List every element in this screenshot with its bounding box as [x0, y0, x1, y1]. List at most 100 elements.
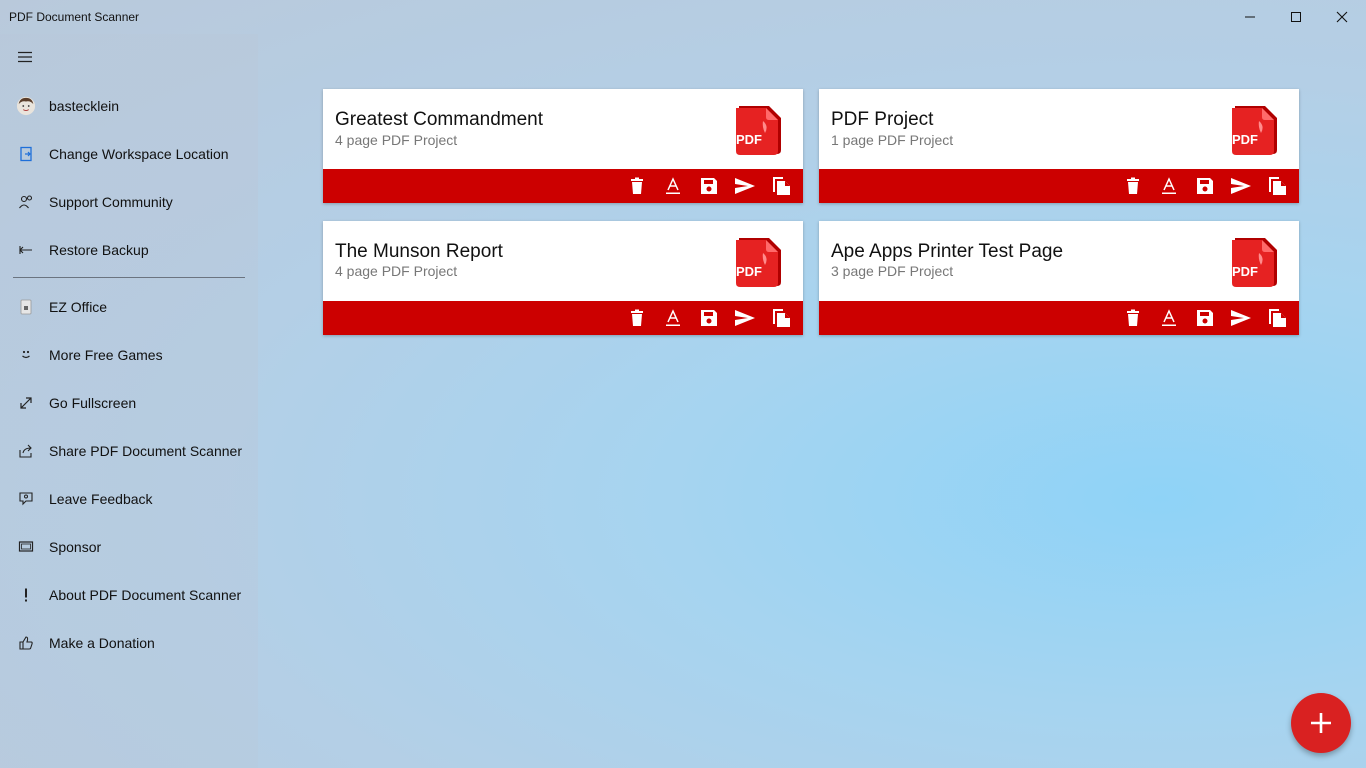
- sidebar-item-label: More Free Games: [49, 347, 163, 363]
- sidebar-item-go-fullscreen[interactable]: Go Fullscreen: [0, 381, 258, 425]
- title-bar: PDF Document Scanner: [0, 0, 1366, 34]
- sidebar-item-label: Go Fullscreen: [49, 395, 137, 411]
- rename-text-icon: [1162, 177, 1176, 194]
- project-card[interactable]: PDF Project 1 page PDF Project PDF: [819, 89, 1299, 203]
- info-icon: [16, 585, 36, 605]
- save-icon: [1197, 178, 1213, 194]
- maximize-icon: [1291, 12, 1301, 22]
- rename-button[interactable]: [1155, 173, 1183, 199]
- sidebar-item-label: EZ Office: [49, 299, 108, 315]
- save-icon: [701, 178, 717, 194]
- delete-button[interactable]: [623, 305, 651, 331]
- project-title[interactable]: The Munson Report: [335, 241, 503, 263]
- project-subtitle: 4 page PDF Project: [335, 263, 458, 279]
- smiley-icon: [16, 345, 36, 365]
- minimize-button[interactable]: [1227, 0, 1273, 34]
- sidebar-item-user[interactable]: bastecklein: [0, 84, 258, 128]
- sidebar-item-label: Sponsor: [49, 539, 102, 555]
- thumbs-up-icon: [16, 633, 36, 653]
- sidebar-item-label: Restore Backup: [49, 242, 149, 258]
- pdf-logo-icon: PDF: [736, 106, 781, 155]
- share-icon: [16, 441, 36, 461]
- duplicate-button[interactable]: [1263, 305, 1291, 331]
- app-title: PDF Document Scanner: [9, 10, 140, 24]
- delete-button[interactable]: [1119, 305, 1147, 331]
- save-button[interactable]: [695, 305, 723, 331]
- sidebar-item-label: bastecklein: [49, 98, 120, 114]
- delete-button[interactable]: [1119, 173, 1147, 199]
- sidebar-item-leave-feedback[interactable]: Leave Feedback: [0, 477, 258, 521]
- sidebar-item-share[interactable]: Share PDF Document Scanner: [0, 429, 258, 473]
- send-icon: [1231, 178, 1251, 194]
- sidebar-item-label: Support Community: [49, 194, 173, 210]
- send-icon: [735, 310, 755, 326]
- project-title[interactable]: PDF Project: [831, 109, 933, 131]
- duplicate-button[interactable]: [767, 173, 795, 199]
- sidebar-item-change-workspace[interactable]: Change Workspace Location: [0, 132, 258, 176]
- copy-icon: [1269, 177, 1286, 195]
- project-subtitle: 1 page PDF Project: [831, 132, 954, 148]
- hamburger-menu-button[interactable]: [13, 47, 37, 67]
- save-button[interactable]: [1191, 173, 1219, 199]
- sidebar-item-make-donation[interactable]: Make a Donation: [0, 621, 258, 665]
- project-subtitle: 3 page PDF Project: [831, 263, 954, 279]
- sponsor-icon: [16, 537, 36, 557]
- sidebar-item-sponsor[interactable]: Sponsor: [0, 525, 258, 569]
- sidebar-item-label: Make a Donation: [49, 635, 155, 651]
- copy-icon: [773, 309, 790, 327]
- card-action-bar: [323, 169, 803, 203]
- save-button[interactable]: [695, 173, 723, 199]
- rename-button[interactable]: [659, 305, 687, 331]
- community-icon: [16, 192, 36, 212]
- rename-text-icon: [1162, 309, 1176, 326]
- minimize-icon: [1245, 16, 1255, 18]
- sidebar-item-ez-office[interactable]: EZ Office: [0, 285, 258, 329]
- sidebar-divider: [13, 277, 245, 278]
- maximize-button[interactable]: [1273, 0, 1319, 34]
- project-card[interactable]: Greatest Commandment 4 page PDF Project …: [323, 89, 803, 203]
- duplicate-button[interactable]: [1263, 173, 1291, 199]
- send-icon: [1231, 310, 1251, 326]
- trash-icon: [1127, 309, 1139, 326]
- send-button[interactable]: [1227, 305, 1255, 331]
- svg-text:PDF: PDF: [1232, 132, 1258, 147]
- sidebar-item-more-free-games[interactable]: More Free Games: [0, 333, 258, 377]
- card-action-bar: [819, 301, 1299, 335]
- card-action-bar: [819, 169, 1299, 203]
- trash-icon: [631, 309, 643, 326]
- fullscreen-icon: [16, 393, 36, 413]
- save-icon: [701, 310, 717, 326]
- rename-button[interactable]: [1155, 305, 1183, 331]
- delete-button[interactable]: [623, 173, 651, 199]
- rename-text-icon: [666, 309, 680, 326]
- project-subtitle: 4 page PDF Project: [335, 132, 458, 148]
- card-action-bar: [323, 301, 803, 335]
- project-title[interactable]: Ape Apps Printer Test Page: [831, 241, 1063, 263]
- save-button[interactable]: [1191, 305, 1219, 331]
- duplicate-button[interactable]: [767, 305, 795, 331]
- rename-button[interactable]: [659, 173, 687, 199]
- pdf-logo-icon: PDF: [1232, 106, 1277, 155]
- project-card[interactable]: Ape Apps Printer Test Page 3 page PDF Pr…: [819, 221, 1299, 335]
- send-button[interactable]: [731, 305, 759, 331]
- trash-icon: [631, 177, 643, 194]
- svg-text:PDF: PDF: [1232, 264, 1258, 279]
- save-icon: [1197, 310, 1213, 326]
- add-project-button[interactable]: [1291, 693, 1351, 753]
- send-button[interactable]: [731, 173, 759, 199]
- sidebar-item-label: About PDF Document Scanner: [49, 587, 242, 603]
- pdf-logo-icon: PDF: [736, 238, 781, 287]
- sidebar-item-label: Change Workspace Location: [49, 146, 229, 162]
- avatar: [16, 96, 36, 116]
- project-card[interactable]: The Munson Report 4 page PDF Project PDF: [323, 221, 803, 335]
- feedback-icon: [16, 489, 36, 509]
- pdf-logo-icon: PDF: [1232, 238, 1277, 287]
- send-button[interactable]: [1227, 173, 1255, 199]
- project-title[interactable]: Greatest Commandment: [335, 109, 543, 131]
- sidebar-item-about[interactable]: About PDF Document Scanner: [0, 573, 258, 617]
- sidebar-item-label: Share PDF Document Scanner: [49, 443, 242, 459]
- sidebar-item-support-community[interactable]: Support Community: [0, 180, 258, 224]
- svg-text:PDF: PDF: [736, 264, 762, 279]
- close-button[interactable]: [1319, 0, 1365, 34]
- sidebar-item-restore-backup[interactable]: Restore Backup: [0, 228, 258, 272]
